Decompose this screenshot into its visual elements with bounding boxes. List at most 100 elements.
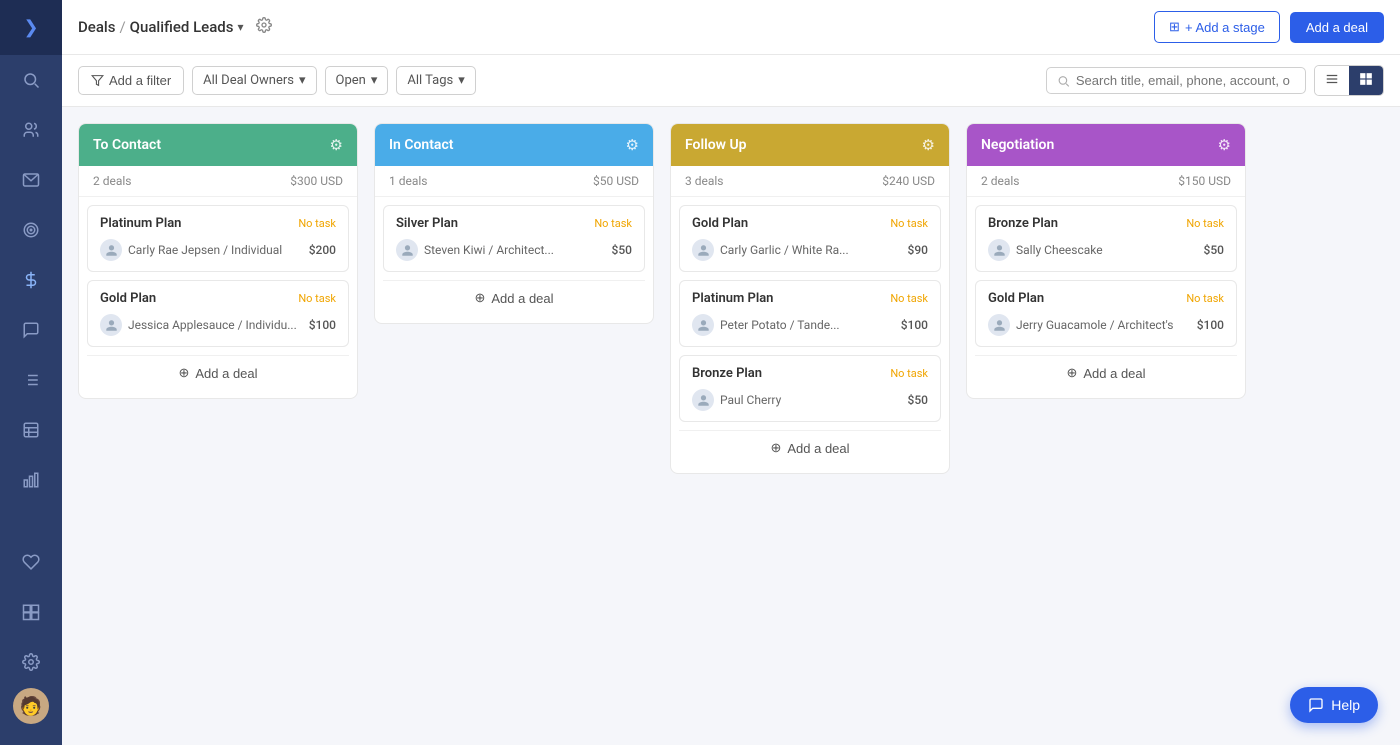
add-deal-plus-icon: ⊕ — [770, 440, 781, 456]
deal-amount: $50 — [612, 243, 632, 257]
deal-person: Paul Cherry $50 — [692, 389, 928, 411]
deal-task: No task — [890, 217, 928, 230]
deal-card-header: Silver Plan No task — [396, 216, 632, 231]
deal-card[interactable]: Gold Plan No task Jerry Guacamole / Arch… — [975, 280, 1237, 347]
column-settings-in-contact[interactable]: ⚙ — [626, 136, 639, 154]
column-count-to-contact: 2 deals — [93, 174, 132, 188]
breadcrumb-dropdown-arrow[interactable]: ▾ — [237, 20, 243, 34]
add-deal-label: Add a deal — [195, 366, 257, 381]
deal-title: Silver Plan — [396, 216, 458, 231]
column-count-in-contact: 1 deals — [389, 174, 428, 188]
person-icon — [692, 239, 714, 261]
deal-task: No task — [890, 292, 928, 305]
column-settings-follow-up[interactable]: ⚙ — [922, 136, 935, 154]
owners-filter[interactable]: All Deal Owners ▾ — [192, 66, 316, 95]
search-input[interactable] — [1076, 73, 1295, 88]
breadcrumb-current: Qualified Leads — [130, 18, 234, 36]
search-box — [1046, 67, 1306, 94]
list-view-button[interactable] — [1315, 66, 1349, 95]
add-deal-label: Add a deal — [1083, 366, 1145, 381]
sidebar-bottom-section: 🧑 — [0, 537, 62, 745]
add-deal-follow-up-button[interactable]: ⊕ Add a deal — [679, 430, 941, 465]
deal-amount: $100 — [901, 318, 928, 332]
header: Deals / Qualified Leads ▾ ⊞ + Add a stag… — [62, 0, 1400, 55]
tags-filter[interactable]: All Tags ▾ — [396, 66, 475, 95]
add-deal-to-contact-button[interactable]: ⊕ Add a deal — [87, 355, 349, 390]
deal-task: No task — [298, 217, 336, 230]
pipeline-settings-button[interactable] — [248, 13, 280, 42]
deal-card[interactable]: Bronze Plan No task Paul Cherry $50 — [679, 355, 941, 422]
board-view-button[interactable] — [1349, 66, 1383, 95]
column-body-to-contact: Platinum Plan No task Carly Rae Jepsen /… — [79, 197, 357, 398]
header-actions: ⊞ + Add a stage Add a deal — [1154, 11, 1384, 43]
add-deal-button[interactable]: Add a deal — [1290, 12, 1384, 43]
deal-card[interactable]: Platinum Plan No task Peter Potato / Tan… — [679, 280, 941, 347]
help-button[interactable]: Help — [1290, 687, 1378, 723]
column-title-negotiation: Negotiation — [981, 137, 1054, 153]
status-filter[interactable]: Open ▾ — [325, 66, 389, 95]
add-deal-label: Add a deal — [491, 291, 553, 306]
sidebar-item-search[interactable] — [0, 55, 62, 105]
column-total-negotiation: $150 USD — [1178, 174, 1231, 188]
sidebar-item-document[interactable] — [0, 405, 62, 455]
sidebar-item-chart[interactable] — [0, 455, 62, 505]
deal-card[interactable]: Gold Plan No task Carly Garlic / White R… — [679, 205, 941, 272]
person-icon — [396, 239, 418, 261]
column-to-contact: To Contact ⚙ 2 deals $300 USD Platinum P… — [78, 123, 358, 399]
deal-amount: $90 — [908, 243, 928, 257]
person-icon — [988, 239, 1010, 261]
tags-dropdown-icon: ▾ — [458, 73, 465, 88]
column-body-in-contact: Silver Plan No task Steven Kiwi / Archit… — [375, 197, 653, 323]
add-stage-button[interactable]: ⊞ + Add a stage — [1154, 11, 1280, 43]
sidebar-item-list[interactable] — [0, 355, 62, 405]
sidebar-item-deals[interactable] — [0, 255, 62, 305]
add-deal-negotiation-button[interactable]: ⊕ Add a deal — [975, 355, 1237, 390]
column-total-to-contact: $300 USD — [290, 174, 343, 188]
add-deal-plus-icon: ⊕ — [474, 290, 485, 306]
person-name: Jerry Guacamole / Architect's — [1016, 318, 1173, 332]
column-header-follow-up: Follow Up ⚙ — [671, 124, 949, 166]
person-icon — [692, 314, 714, 336]
add-stage-icon: ⊞ — [1169, 19, 1180, 35]
column-settings-to-contact[interactable]: ⚙ — [330, 136, 343, 154]
sidebar-collapse-button[interactable]: ❯ — [0, 0, 62, 55]
person-icon — [692, 389, 714, 411]
person-name: Carly Garlic / White Ra... — [720, 243, 849, 257]
deal-amount: $50 — [908, 393, 928, 407]
person-icon — [100, 239, 122, 261]
deal-card[interactable]: Bronze Plan No task Sally Cheescake $50 — [975, 205, 1237, 272]
sidebar-item-mail[interactable] — [0, 155, 62, 205]
deal-task: No task — [1186, 217, 1224, 230]
deal-title: Platinum Plan — [100, 216, 181, 231]
column-meta-to-contact: 2 deals $300 USD — [79, 166, 357, 197]
column-header-in-contact: In Contact ⚙ — [375, 124, 653, 166]
breadcrumb-deals[interactable]: Deals — [78, 18, 115, 36]
column-count-follow-up: 3 deals — [685, 174, 724, 188]
owners-dropdown-icon: ▾ — [299, 73, 306, 88]
column-settings-negotiation[interactable]: ⚙ — [1218, 136, 1231, 154]
deal-title: Gold Plan — [988, 291, 1044, 306]
deal-card[interactable]: Platinum Plan No task Carly Rae Jepsen /… — [87, 205, 349, 272]
owners-label: All Deal Owners — [203, 73, 294, 88]
sidebar-item-pages[interactable] — [0, 587, 62, 637]
sidebar-item-settings[interactable] — [0, 637, 62, 687]
filter-label: Add a filter — [109, 73, 171, 88]
column-total-follow-up: $240 USD — [882, 174, 935, 188]
deal-card-header: Gold Plan No task — [988, 291, 1224, 306]
sidebar-item-chat[interactable] — [0, 305, 62, 355]
sidebar-item-heart[interactable] — [0, 537, 62, 587]
column-header-to-contact: To Contact ⚙ — [79, 124, 357, 166]
deal-card[interactable]: Gold Plan No task Jessica Applesauce / I… — [87, 280, 349, 347]
breadcrumb: Deals / Qualified Leads ▾ — [78, 13, 1154, 42]
deal-card[interactable]: Silver Plan No task Steven Kiwi / Archit… — [383, 205, 645, 272]
deal-card-header: Platinum Plan No task — [100, 216, 336, 231]
sidebar-item-target[interactable] — [0, 205, 62, 255]
deal-amount: $100 — [1197, 318, 1224, 332]
deal-title: Bronze Plan — [692, 366, 762, 381]
add-deal-in-contact-button[interactable]: ⊕ Add a deal — [383, 280, 645, 315]
arrow-icon: ❯ — [23, 17, 38, 38]
add-filter-button[interactable]: Add a filter — [78, 66, 184, 95]
user-avatar[interactable]: 🧑 — [0, 687, 62, 737]
person-name: Jessica Applesauce / Individu... — [128, 318, 297, 332]
sidebar-item-people[interactable] — [0, 105, 62, 155]
